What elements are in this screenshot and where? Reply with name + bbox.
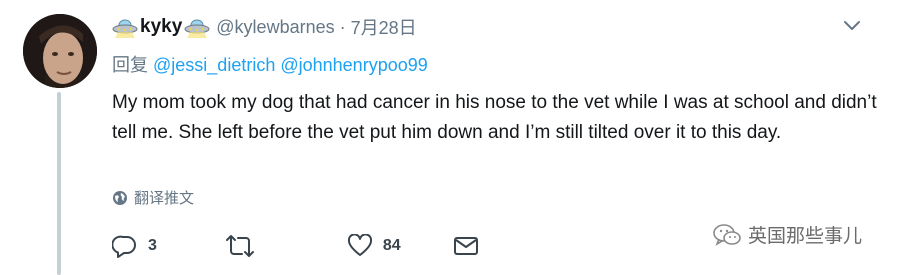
watermark: 英国那些事儿 [712,221,862,248]
chevron-down-icon[interactable] [842,18,862,34]
retweet-button[interactable] [225,234,265,258]
avatar[interactable] [23,14,97,88]
user-handle[interactable]: @kylewbarnes [216,17,334,38]
thread-line [57,92,61,275]
tweet-timestamp[interactable]: 7月28日 [351,14,417,40]
wechat-icon [713,223,741,246]
header-separator: · [339,16,346,37]
tweet-text: My mom took my dog that had cancer in hi… [112,92,877,143]
heart-icon [347,234,372,256]
envelope-icon [453,237,478,255]
like-button[interactable]: 84 [347,234,401,258]
reply-mention[interactable]: @johnhenrypoo99 [280,55,427,75]
translate-label: 翻译推文 [134,190,195,207]
tweet-header: kyky @kylewbarnes · 7月28日 [112,13,417,41]
translate-button[interactable]: 翻译推文 [112,187,194,208]
display-name[interactable]: kyky [140,16,182,38]
ufo-icon [184,16,210,38]
reply-mention[interactable]: @jessi_dietrich [153,55,275,75]
reply-button[interactable]: 3 [112,234,157,258]
retweet-icon [225,235,254,257]
tweet-actions: 3 84 [112,232,479,260]
avatar-image [23,14,97,88]
watermark-text: 英国那些事儿 [748,226,863,247]
reply-context: 回复 @jessi_dietrich @johnhenrypoo99 [112,51,428,77]
direct-message-button[interactable] [453,235,479,257]
reply-icon [112,235,136,258]
like-count: 84 [382,237,401,254]
ufo-icon [112,16,138,38]
globe-icon [113,190,127,205]
reply-count: 3 [148,237,157,254]
reply-prefix: 回复 [112,55,148,75]
